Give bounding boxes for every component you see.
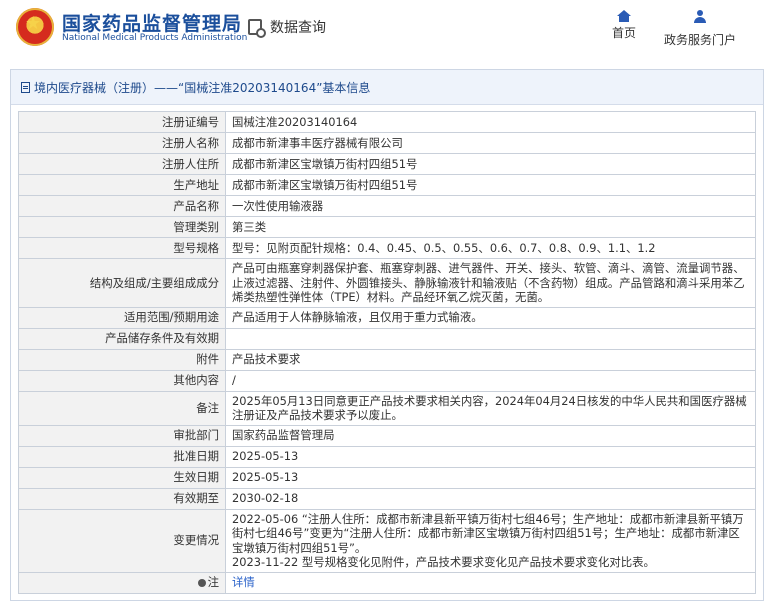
field-label: 注册人住所 — [18, 153, 226, 175]
field-label: 型号规格 — [18, 237, 226, 259]
field-label: 产品名称 — [18, 195, 226, 217]
field-label: 备注 — [18, 390, 226, 426]
field-label: 其他内容 — [18, 369, 226, 392]
table-row: 注册人名称 成都市新津事丰医疗器械有限公司 — [18, 132, 756, 154]
field-label: 生效日期 — [18, 466, 226, 489]
table-row: 变更情况 2022-05-06 “注册人住所：成都市新津县新平镇万街村七组46号；… — [18, 508, 756, 573]
table-row: 结构及组成/主要组成成分 产品可由瓶塞穿刺器保护套、瓶塞穿刺器、进气器件、开关、接… — [18, 258, 756, 308]
field-label: 生产地址 — [18, 174, 226, 196]
field-label: 适用范围/预期用途 — [18, 306, 226, 329]
field-value: 产品可由瓶塞穿刺器保护套、瓶塞穿刺器、进气器件、开关、接头、软管、滴斗、滴管、流… — [225, 258, 756, 308]
field-label: 注册人名称 — [18, 132, 226, 154]
note-label-cell: 注 — [18, 571, 226, 594]
details-link[interactable]: 详情 — [232, 575, 255, 589]
field-value: 2025-05-13 — [225, 445, 756, 468]
document-search-icon — [248, 19, 266, 38]
field-value: 成都市新津区宝墩镇万街村四组51号 — [225, 153, 756, 175]
brand-name-en[interactable]: National Medical Products Administration — [62, 33, 247, 43]
field-label: 批准日期 — [18, 445, 226, 468]
site-header: ★ 国家药品监督管理局 National Medical Products Ad… — [0, 0, 764, 62]
field-label: 变更情况 — [18, 508, 226, 573]
field-value: 成都市新津区宝墩镇万街村四组51号 — [225, 174, 756, 196]
field-value: 一次性使用输液器 — [225, 195, 756, 217]
field-label: 有效期至 — [18, 487, 226, 510]
panel-title: 境内医疗器械（注册）——“国械注准20203140164”基本信息 — [34, 80, 371, 95]
field-value — [225, 327, 756, 350]
field-value: 成都市新津事丰医疗器械有限公司 — [225, 132, 756, 154]
table-row: 附件 产品技术要求 — [18, 348, 756, 371]
field-value: 国械注准20203140164 — [225, 111, 756, 133]
data-query-link[interactable]: 数据查询 — [248, 16, 326, 38]
table-row: 管理类别 第三类 — [18, 216, 756, 238]
table-row: 审批部门 国家药品监督管理局 — [18, 424, 756, 447]
field-label: 审批部门 — [18, 424, 226, 447]
table-row: 注册证编号 国械注准20203140164 — [18, 111, 756, 133]
table-row: 生产地址 成都市新津区宝墩镇万街村四组51号 — [18, 174, 756, 196]
data-query-label: 数据查询 — [270, 20, 326, 36]
field-label: 管理类别 — [18, 216, 226, 238]
field-label: 附件 — [18, 348, 226, 371]
field-value: / — [225, 369, 756, 392]
nav-service-portal[interactable]: 政务服务门户 — [660, 10, 740, 48]
table-row: 适用范围/预期用途 产品适用于人体静脉输液，且仅用于重力式输液。 — [18, 306, 756, 329]
field-value-cell: 详情 — [225, 571, 756, 594]
nav-portal-label: 政务服务门户 — [663, 33, 736, 47]
table-row: 注 详情 — [18, 571, 756, 594]
pin-icon — [197, 578, 206, 587]
table-row: 生效日期 2025-05-13 — [18, 466, 756, 489]
table-row: 注册人住所 成都市新津区宝墩镇万街村四组51号 — [18, 153, 756, 175]
home-icon — [617, 10, 631, 22]
brand-name-cn[interactable]: 国家药品监督管理局 — [62, 9, 242, 36]
table-row: 型号规格 型号：见附页配针规格：0.4、0.45、0.5、0.55、0.6、0.7… — [18, 237, 756, 259]
field-value: 产品适用于人体静脉输液，且仅用于重力式输液。 — [225, 306, 756, 329]
field-value: 2025年05月13日同意更正产品技术要求相关内容，2024年04月24日核发的… — [225, 390, 756, 426]
table-row: 有效期至 2030-02-18 — [18, 487, 756, 510]
table-row: 产品储存条件及有效期 — [18, 327, 756, 350]
field-value: 产品技术要求 — [225, 348, 756, 371]
field-label: 结构及组成/主要组成成分 — [18, 258, 226, 308]
table-row: 产品名称 一次性使用输液器 — [18, 195, 756, 217]
field-value: 2022-05-06 “注册人住所：成都市新津县新平镇万街村七组46号；生产地址… — [225, 508, 756, 573]
document-icon — [21, 81, 30, 93]
table-row: 批准日期 2025-05-13 — [18, 445, 756, 468]
table-row: 备注 2025年05月13日同意更正产品技术要求相关内容，2024年04月24日核… — [18, 390, 756, 426]
user-icon — [693, 10, 707, 23]
field-value: 国家药品监督管理局 — [225, 424, 756, 447]
national-emblem-logo: ★ — [16, 8, 54, 46]
field-value: 型号：见附页配针规格：0.4、0.45、0.5、0.55、0.6、0.7、0.8… — [225, 237, 756, 259]
field-label: 产品储存条件及有效期 — [18, 327, 226, 350]
nav-home[interactable]: 首页 — [607, 10, 641, 41]
panel-title-bar: 境内医疗器械（注册）——“国械注准20203140164”基本信息 — [11, 70, 763, 105]
field-value: 第三类 — [225, 216, 756, 238]
info-table: 注册证编号 国械注准20203140164 注册人名称 成都市新津事丰医疗器械有限公… — [18, 111, 756, 594]
table-row: 其他内容 / — [18, 369, 756, 392]
field-label: 注 — [207, 575, 219, 590]
field-label: 注册证编号 — [18, 111, 226, 133]
nav-home-label: 首页 — [611, 26, 636, 40]
detail-panel: 境内医疗器械（注册）——“国械注准20203140164”基本信息 注册证编号国… — [10, 69, 764, 601]
field-value: 2030-02-18 — [225, 487, 756, 510]
field-value: 2025-05-13 — [225, 466, 756, 489]
